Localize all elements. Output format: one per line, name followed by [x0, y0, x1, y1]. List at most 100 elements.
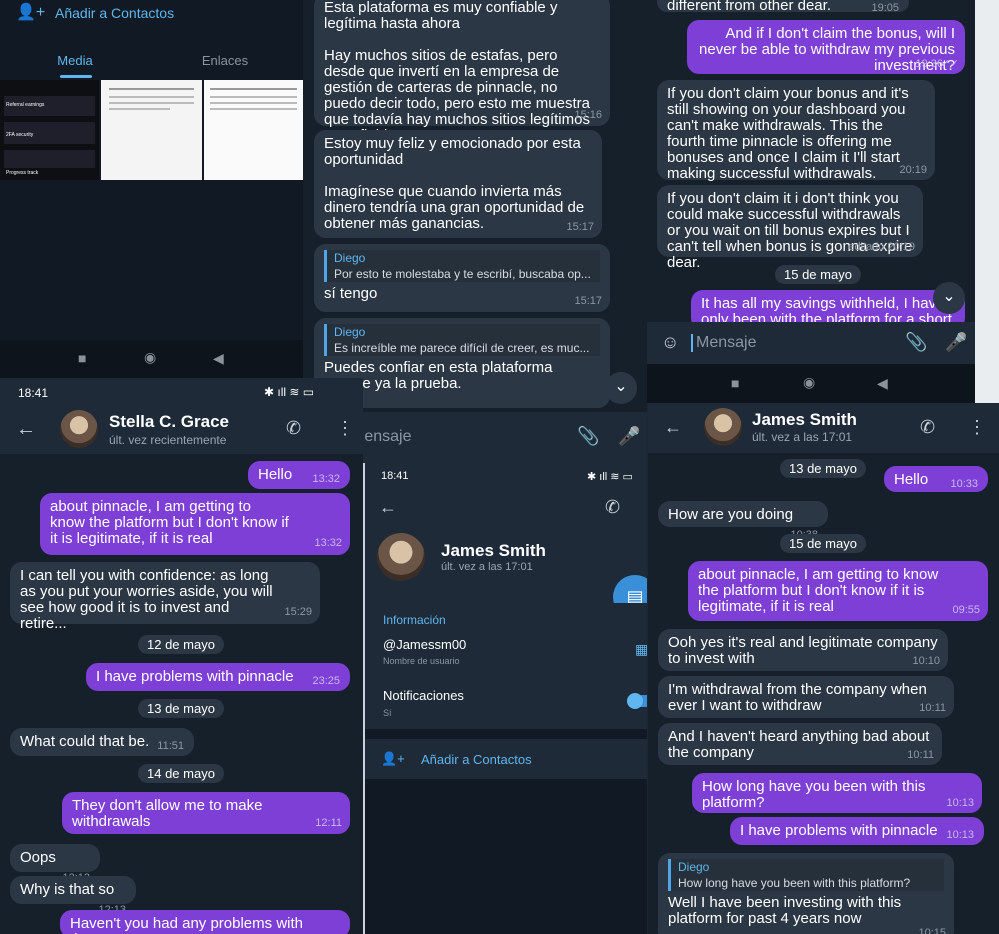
quote-author: Diego: [334, 251, 366, 265]
message-bubble[interactable]: And I haven't heard anything bad about t…: [658, 723, 942, 765]
message-bubble[interactable]: I have problems with pinnacle 10:13: [730, 817, 984, 845]
phone-icon[interactable]: ✆: [286, 418, 301, 439]
quote-text: Por esto te molestaba y te escribí, busc…: [334, 267, 591, 281]
message-bubble[interactable]: I have problems with pinnacle 23:25: [86, 663, 350, 691]
message-time: 10:11: [919, 702, 946, 714]
message-bubble[interactable]: I can tell you with confidence: as long …: [10, 562, 320, 632]
nav-bar: ■ ◉ ◀: [647, 364, 975, 403]
date-separator: 14 de mayo: [138, 764, 224, 783]
message-text: I have problems with pinnacle: [740, 822, 938, 839]
avatar[interactable]: [60, 410, 98, 448]
home-nav-icon[interactable]: ◉: [144, 349, 156, 366]
more-menu-icon[interactable]: ⋮: [336, 418, 354, 439]
message-time: 15:16: [574, 109, 602, 121]
date-separator: 13 de mayo: [780, 459, 866, 478]
message-text: Well I have been investing with this pla…: [668, 894, 902, 927]
message-bubble[interactable]: about pinnacle, I am getting to know the…: [688, 561, 988, 621]
message-bubble[interactable]: Ooh yes it's real and legitimate company…: [658, 629, 948, 671]
message-bubble[interactable]: different from other dear. 19:05: [657, 0, 909, 14]
contact-media-panel: 👤+ Añadir a Contactos Media Enlaces Refe…: [0, 0, 303, 378]
message-text: I'm withdrawal from the company when eve…: [668, 681, 927, 714]
message-bubble[interactable]: And if I don't claim the bonus, will I n…: [687, 20, 965, 74]
back-nav-icon[interactable]: ◀: [877, 375, 888, 392]
chat-panel-james: ← James Smith últ. vez a las 17:01 ✆ ⋮ 1…: [648, 403, 999, 934]
quote-text: How long have you been with this platfor…: [678, 876, 911, 890]
tab-media[interactable]: Media: [0, 44, 150, 78]
info-header: Información: [383, 613, 446, 627]
message-bubble[interactable]: Esta plataforma es muy confiable y legít…: [314, 0, 610, 144]
chat-panel-bonus: different from other dear. 19:05 And if …: [647, 0, 975, 403]
contact-name[interactable]: James Smith: [752, 410, 857, 430]
microphone-icon[interactable]: 🎤: [945, 332, 967, 353]
add-contact-row[interactable]: 👤+ Añadir a Contactos: [0, 0, 303, 26]
back-arrow-icon[interactable]: ←: [664, 417, 682, 438]
date-separator: 15 de mayo: [780, 534, 866, 553]
attach-icon[interactable]: 📎: [577, 426, 599, 447]
message-bubble[interactable]: Hello 10:33: [884, 466, 988, 492]
recents-nav-icon[interactable]: ■: [78, 350, 86, 366]
message-bubble[interactable]: If you don't claim your bonus and it's s…: [657, 80, 935, 182]
message-bubble[interactable]: I'm withdrawal from the company when eve…: [658, 676, 954, 718]
scroll-down-button[interactable]: ⌄: [933, 282, 965, 314]
reply-bubble[interactable]: Diego Por esto te molestaba y te escribí…: [314, 244, 610, 312]
message-bubble[interactable]: They don't allow me to make withdrawals …: [62, 792, 350, 834]
add-contact-icon: 👤+: [16, 4, 46, 21]
message-time: 10:13: [946, 829, 974, 841]
message-bubble[interactable]: How long have you been with this platfor…: [692, 773, 982, 813]
qr-code-icon[interactable]: ▦: [635, 641, 647, 658]
attach-icon[interactable]: 📎: [905, 332, 927, 353]
message-text: I can tell you with confidence: as long …: [20, 567, 273, 632]
home-nav-icon[interactable]: ◉: [803, 374, 815, 391]
avatar[interactable]: [377, 533, 425, 581]
username-value[interactable]: @Jamessm00: [383, 637, 466, 652]
message-text: about pinnacle, I am getting to know the…: [698, 566, 939, 615]
message-bubble[interactable]: Haven't you had any problems with them?: [60, 910, 350, 934]
message-time: 13:32: [314, 537, 342, 549]
tab-links-label: Enlaces: [201, 53, 249, 68]
reply-quote[interactable]: Diego Es increíble me parece difícil de …: [324, 324, 600, 356]
message-bubble[interactable]: Why is that so 12:13: [10, 876, 136, 916]
add-contact-icon: 👤+: [381, 751, 405, 766]
message-input[interactable]: Mensaje: [691, 334, 756, 352]
message-time: editado 20:19: [848, 241, 915, 253]
media-thumb-text: 2FA security: [6, 132, 34, 138]
status-time: 18:41: [381, 470, 409, 482]
message-bubble[interactable]: What could that be. 11:51: [10, 728, 194, 756]
reply-quote[interactable]: Diego Por esto te molestaba y te escribí…: [324, 250, 600, 282]
message-time: 15:17: [566, 221, 594, 233]
message-text: different from other dear.: [667, 0, 831, 14]
message-bubble[interactable]: How are you doing 10:38: [658, 501, 828, 541]
reply-bubble[interactable]: Diego How long have you been with this p…: [658, 853, 954, 934]
message-time: 09:55: [952, 604, 980, 616]
media-thumb-2[interactable]: [101, 80, 202, 180]
contact-name[interactable]: Stella C. Grace: [109, 412, 229, 432]
media-thumb-1[interactable]: Referral earnings 2FA security Progress …: [0, 80, 99, 180]
message-text: And I haven't heard anything bad about t…: [668, 728, 930, 761]
microphone-icon[interactable]: 🎤: [618, 426, 640, 447]
phone-icon[interactable]: ✆: [920, 417, 935, 438]
avatar[interactable]: [704, 408, 742, 446]
phone-icon[interactable]: ✆: [605, 497, 620, 518]
media-thumb-3[interactable]: [204, 80, 303, 180]
message-text: Esta plataforma es muy confiable y legít…: [324, 0, 558, 32]
reply-quote[interactable]: Diego How long have you been with this p…: [668, 859, 944, 891]
message-bubble[interactable]: Estoy muy feliz y emocionado por esta op…: [314, 130, 602, 238]
scroll-down-button[interactable]: ⌄: [605, 372, 637, 404]
message-text: I have problems with pinnacle: [96, 668, 294, 685]
message-bubble[interactable]: about pinnacle, I am getting to know the…: [40, 493, 350, 555]
message-bubble[interactable]: Hello 13:32: [248, 461, 350, 489]
more-menu-icon[interactable]: ⋮: [968, 417, 986, 438]
back-arrow-icon[interactable]: ←: [16, 418, 36, 441]
tab-links[interactable]: Enlaces: [150, 44, 300, 78]
emoji-icon[interactable]: ☺: [661, 332, 679, 353]
add-contact-row[interactable]: 👤+ Añadir a Contactos: [365, 739, 647, 779]
add-contact-label: Añadir a Contactos: [421, 752, 532, 767]
recents-nav-icon[interactable]: ■: [731, 375, 739, 391]
message-bubble[interactable]: Oops 12:13: [10, 844, 100, 884]
back-arrow-icon[interactable]: ←: [379, 497, 397, 518]
message-bubble[interactable]: If you don't claim it i don't think you …: [657, 185, 923, 271]
quote-author: Diego: [334, 325, 366, 339]
notifications-toggle[interactable]: [627, 693, 647, 709]
back-nav-icon[interactable]: ◀: [213, 350, 224, 367]
info-section: Información @Jamessm00 Nombre de usuario…: [365, 603, 647, 729]
